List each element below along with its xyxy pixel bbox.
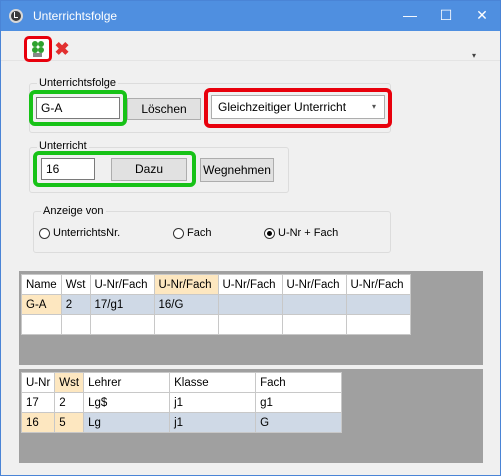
unterricht-grid-cell[interactable]: 5 [54,412,85,433]
unterricht-grid-cell[interactable]: Lg [83,412,171,433]
radio-label-fach: Fach [187,227,212,239]
unterricht-grid-cell[interactable]: 16 [20,412,56,433]
folge-grid-cell[interactable] [281,314,347,335]
minimize-button[interactable]: — [392,1,428,31]
folge-grid-header-cell[interactable]: U-Nr/Fach [281,274,347,295]
folge-grid-row[interactable] [21,314,411,335]
unterrichtsfolge-window: Unterrichtsfolge — ☐ ✕ ✖ ▾ Unterrichtsfo… [0,0,501,476]
folge-grid-cell[interactable] [217,314,283,335]
toolbar-overflow-icon[interactable]: ▾ [472,51,482,60]
folge-name-input[interactable]: G-A [36,97,120,119]
folge-grid-row[interactable]: G-A 2 17/g1 16/G [21,294,411,315]
save-button[interactable] [24,36,52,62]
chevron-down-icon: ▾ [371,102,376,111]
wegnehmen-button[interactable]: Wegnehmen [200,158,274,182]
unterricht-grid-row[interactable]: 17 2 Lg$ j1 g1 [20,392,343,413]
close-button[interactable]: ✕ [464,1,500,31]
title-bar[interactable]: Unterrichtsfolge — ☐ ✕ [1,1,500,31]
radio-fach[interactable] [173,228,184,239]
folge-grid-cell[interactable] [345,314,411,335]
unterricht-grid-cell[interactable]: 17 [20,392,56,413]
folge-grid-cell[interactable]: 16/G [153,294,219,315]
unterricht-grid-header-cell[interactable]: U-Nr [20,372,56,393]
folge-grid-header-cell[interactable]: Wst [60,274,91,295]
folge-grid-cell[interactable] [153,314,219,335]
unterricht-nr-input[interactable]: 16 [41,158,95,180]
folge-grid: Name Wst U-Nr/Fach U-Nr/Fach U-Nr/Fach U-Nr/F… [19,271,483,365]
mode-select-value: Gleichzeitiger Unterricht [218,100,347,114]
radio-unr-fach[interactable] [264,228,275,239]
unterricht-grid-header-cell[interactable]: Wst [54,372,85,393]
folge-grid-header-cell[interactable]: U-Nr/Fach [345,274,411,295]
unterricht-grid-header-cell[interactable]: Fach [255,372,343,393]
folge-grid-cell[interactable]: G-A [21,294,62,315]
toolbar [1,31,500,61]
folge-grid-header-cell[interactable]: U-Nr/Fach [217,274,283,295]
radio-label-unterrichtsnr: UnterrichtsNr. [53,227,121,239]
unterricht-grid-cell[interactable]: Lg$ [83,392,171,413]
folge-grid-header-cell[interactable]: U-Nr/Fach [153,274,219,295]
unterricht-grid-header-cell[interactable]: Lehrer [83,372,171,393]
folge-grid-cell[interactable] [345,294,411,315]
folge-table: Name Wst U-Nr/Fach U-Nr/Fach U-Nr/Fach U-Nr/F… [21,274,411,335]
dazu-button[interactable]: Dazu [111,158,187,181]
loeschen-button[interactable]: Löschen [127,98,201,120]
mode-select[interactable]: Gleichzeitiger Unterricht ▾ [211,95,385,119]
maximize-button[interactable]: ☐ [428,1,464,31]
unterricht-grid: U-Nr Wst Lehrer Klasse Fach 17 2 Lg$ j1 g1 16 5 Lg j1… [19,369,483,463]
folge-grid-cell[interactable] [281,294,347,315]
stem-icon [33,53,42,57]
folge-grid-cell[interactable]: 17/g1 [89,294,155,315]
unterricht-grid-header-row: U-Nr Wst Lehrer Klasse Fach [20,372,343,393]
unterricht-grid-row[interactable]: 16 5 Lg j1 G [20,412,343,433]
folge-grid-cell[interactable]: 2 [60,294,91,315]
unterricht-grid-cell[interactable]: 2 [54,392,85,413]
folge-grid-header-cell[interactable]: Name [21,274,62,295]
radio-unterrichtsnr[interactable] [39,228,50,239]
group-label-unterrichtsfolge: Unterrichtsfolge [37,77,119,89]
unterricht-table: U-Nr Wst Lehrer Klasse Fach 17 2 Lg$ j1 g1 16 5 Lg j1… [20,372,343,433]
delete-icon[interactable]: ✖ [54,40,70,58]
unterricht-grid-cell[interactable]: j1 [169,392,257,413]
folge-grid-cell[interactable] [60,314,91,335]
clock-icon [9,9,23,23]
unterricht-grid-cell[interactable]: g1 [255,392,343,413]
window-title: Unterrichtsfolge [33,9,118,23]
group-label-anzeige: Anzeige von [41,205,106,217]
radio-label-unr-fach: U-Nr + Fach [278,227,339,239]
folge-grid-header-row: Name Wst U-Nr/Fach U-Nr/Fach U-Nr/Fach U-Nr/F… [21,274,411,295]
folge-grid-cell[interactable] [217,294,283,315]
folge-grid-cell[interactable] [21,314,62,335]
unterricht-grid-header-cell[interactable]: Klasse [169,372,257,393]
unterricht-grid-cell[interactable]: j1 [169,412,257,433]
unterricht-grid-cell[interactable]: G [255,412,343,433]
folge-grid-cell[interactable] [89,314,155,335]
folge-grid-header-cell[interactable]: U-Nr/Fach [89,274,155,295]
